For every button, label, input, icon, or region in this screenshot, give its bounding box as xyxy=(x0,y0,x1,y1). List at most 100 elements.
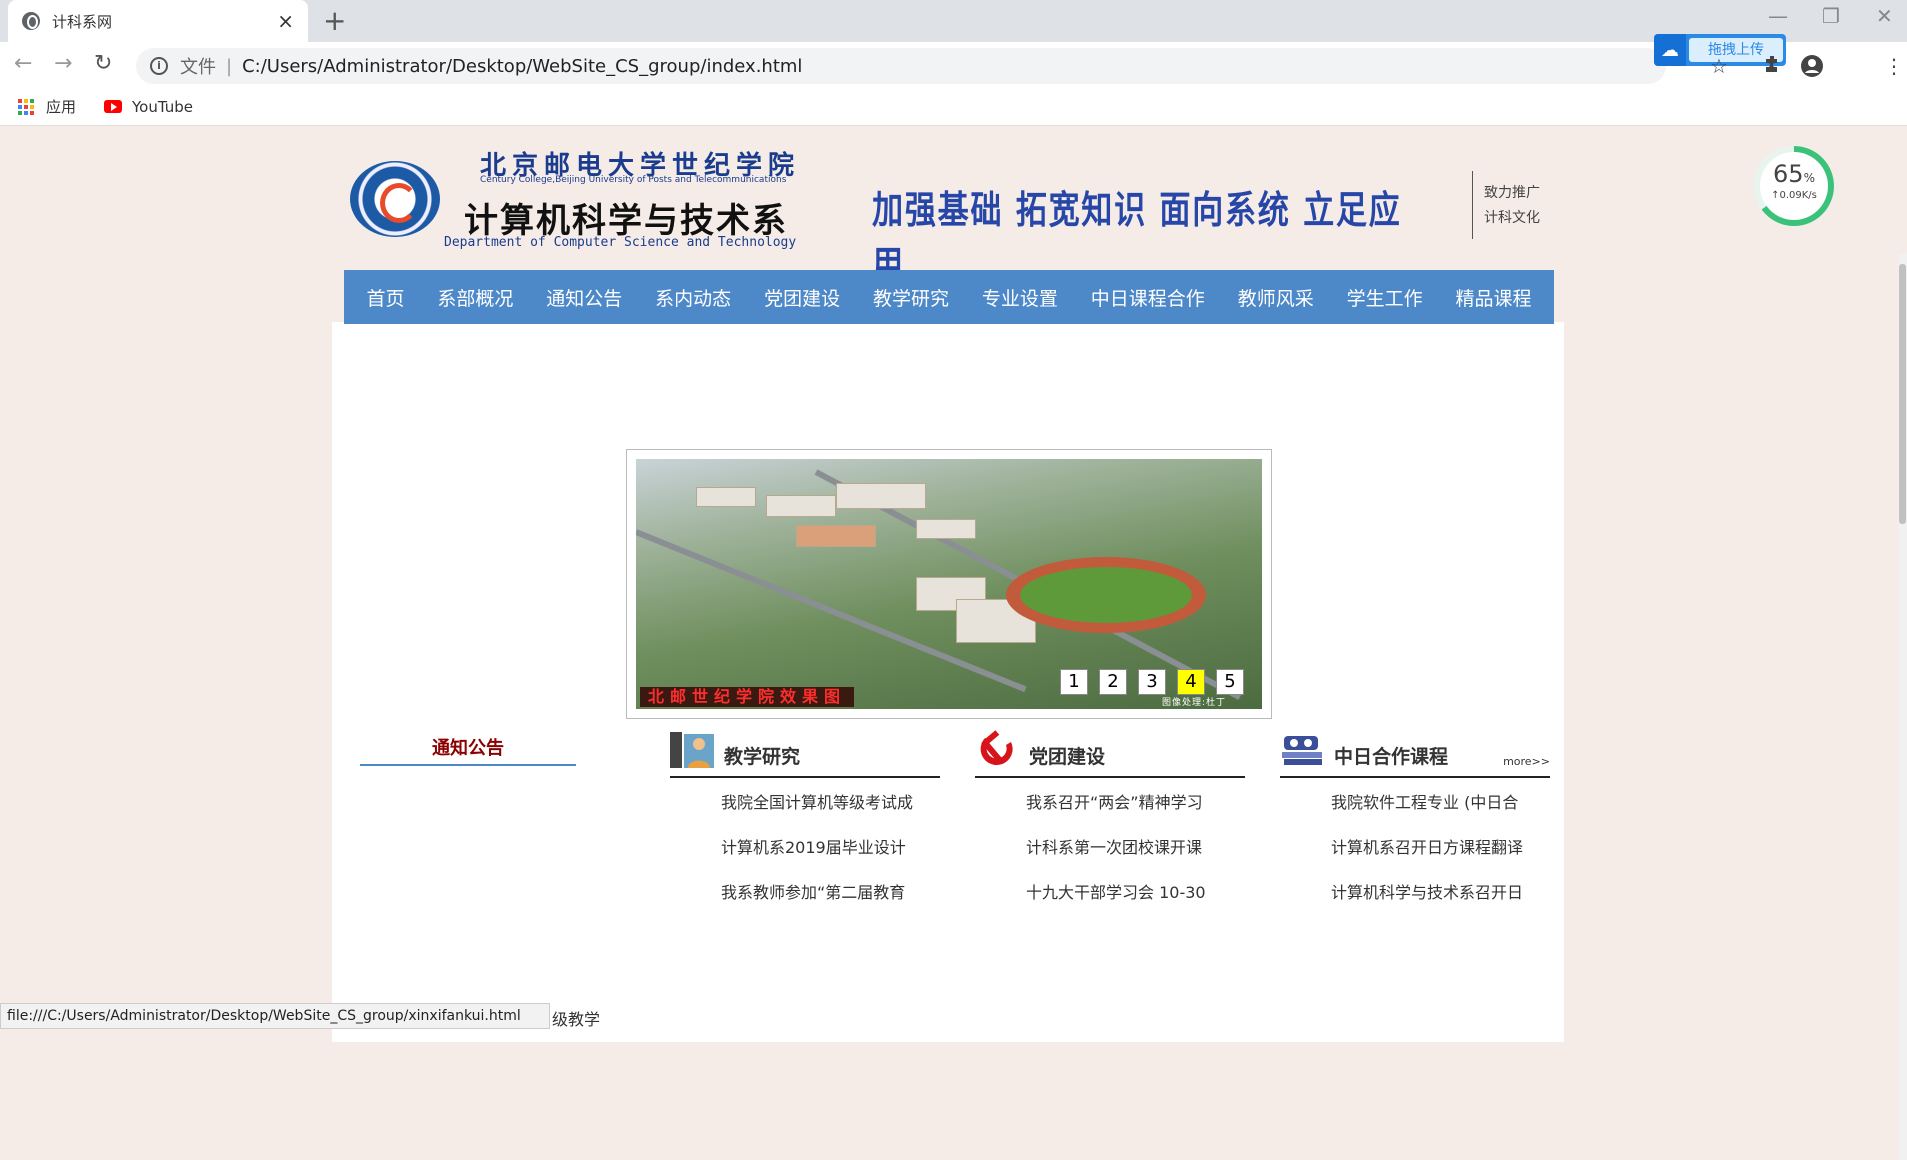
nav-item-notices[interactable]: 通知公告 xyxy=(542,284,626,311)
article-list: 我系召开“两会”精神学习 计科系第一次团校课开课 十九大干部学习会 10-30 xyxy=(975,792,1245,927)
slide-dot[interactable]: 2 xyxy=(1099,669,1127,695)
slide-dot[interactable]: 3 xyxy=(1138,669,1166,695)
list-item[interactable]: 我系召开“两会”精神学习 xyxy=(1026,792,1245,837)
nav-item-teachers[interactable]: 教师风采 xyxy=(1234,284,1318,311)
nav-item-cn-jp[interactable]: 中日课程合作 xyxy=(1087,284,1209,311)
list-item[interactable]: 十九大干部学习会 10-30 xyxy=(1026,882,1245,927)
building xyxy=(796,525,876,547)
apps-grid-icon[interactable] xyxy=(18,98,34,115)
image-slider: 北邮世纪学院效果图 图像处理:杜丁 1 2 3 4 5 xyxy=(626,449,1272,719)
percent-sign: % xyxy=(1803,171,1815,185)
list-item[interactable]: 计算机系召开日方课程翻译 xyxy=(1331,837,1550,882)
hammer-sickle-icon xyxy=(975,730,1021,770)
column-title[interactable]: 中日合作课程 xyxy=(1334,744,1448,770)
speed-percent: 65% xyxy=(1760,162,1828,190)
article-list: 我院软件工程专业 (中日合 计算机系召开日方课程翻译 计算机科学与技术系召开日 xyxy=(1280,792,1550,927)
notice-title[interactable]: 通知公告 xyxy=(360,734,576,766)
nav-item-news[interactable]: 系内动态 xyxy=(651,284,735,311)
info-icon[interactable]: i xyxy=(150,57,168,75)
column-title[interactable]: 党团建设 xyxy=(1029,744,1105,770)
college-logo[interactable] xyxy=(350,161,440,237)
school-name-en: Century College,Beijing University of Po… xyxy=(480,175,787,185)
bookmark-youtube[interactable]: YouTube xyxy=(132,98,193,116)
list-item[interactable]: 计算机系2019届毕业设计 xyxy=(721,837,940,882)
nav-item-students[interactable]: 学生工作 xyxy=(1343,284,1427,311)
column-title[interactable]: 教学研究 xyxy=(724,744,800,770)
new-tab-button[interactable]: + xyxy=(323,6,346,36)
nav-item-home[interactable]: 首页 xyxy=(362,284,408,311)
address-bar[interactable]: i 文件 | C:/Users/Administrator/Desktop/We… xyxy=(136,48,1666,84)
research-column: 教学研究 我院全国计算机等级考试成 计算机系2019届毕业设计 我系教师参加“第… xyxy=(670,732,940,927)
restore-icon[interactable]: ❐ xyxy=(1822,4,1840,28)
globe-icon xyxy=(22,12,40,30)
notice-section: 通知公告 xyxy=(360,734,576,766)
slide-dot[interactable]: 1 xyxy=(1060,669,1088,695)
divider: | xyxy=(226,55,233,77)
building xyxy=(916,519,976,539)
slide-credit: 图像处理:杜丁 xyxy=(1162,698,1227,708)
site-header: 北京邮电大学世纪学院 Century College,Beijing Unive… xyxy=(344,127,1554,287)
menu-icon[interactable]: ⋮ xyxy=(1884,54,1904,78)
extension-icon[interactable] xyxy=(1762,54,1782,79)
side-link[interactable]: 致力推广 xyxy=(1484,181,1540,206)
bookmarks-bar: 应用 YouTube xyxy=(0,88,1907,126)
slide-caption: 北邮世纪学院效果图 xyxy=(640,687,855,707)
tab-strip: 计科系网 × + — ❐ ✕ xyxy=(0,0,1907,42)
column-header: 教学研究 xyxy=(670,732,940,778)
nav-item-courses[interactable]: 精品课程 xyxy=(1452,284,1536,311)
close-tab-icon[interactable]: × xyxy=(277,11,294,31)
nav-item-research[interactable]: 教学研究 xyxy=(869,284,953,311)
main-nav: 首页 系部概况 通知公告 系内动态 党团建设 教学研究 专业设置 中日课程合作 … xyxy=(344,270,1554,324)
building xyxy=(766,495,836,517)
minimize-icon[interactable]: — xyxy=(1768,4,1788,28)
scrollbar-thumb[interactable] xyxy=(1899,264,1906,524)
nav-item-majors[interactable]: 专业设置 xyxy=(978,284,1062,311)
window-close-icon[interactable]: ✕ xyxy=(1876,4,1893,28)
teacher-icon xyxy=(670,730,716,770)
url-text[interactable]: C:/Users/Administrator/Desktop/WebSite_C… xyxy=(242,56,802,77)
nav-item-party[interactable]: 党团建设 xyxy=(760,284,844,311)
page-scrollbar[interactable] xyxy=(1898,254,1907,1160)
list-item[interactable]: 我院全国计算机等级考试成 xyxy=(721,792,940,837)
list-item[interactable]: 计科系第一次团校课开课 xyxy=(1026,837,1245,882)
header-side-links: 致力推广 计科文化 xyxy=(1484,181,1540,231)
browser-chrome: 计科系网 × + — ❐ ✕ ← → ↻ i 文件 | C:/Users/Adm… xyxy=(0,0,1907,126)
scheme-label: 文件 xyxy=(180,57,216,78)
slider-pagination: 1 2 3 4 5 xyxy=(1060,669,1244,695)
campus-rendering-image[interactable]: 北邮世纪学院效果图 图像处理:杜丁 1 2 3 4 5 xyxy=(636,459,1262,709)
back-icon[interactable]: ← xyxy=(14,50,32,78)
partially-hidden-text: 级教学 xyxy=(552,1010,601,1029)
list-item[interactable]: 我系教师参加“第二届教育 xyxy=(721,882,940,927)
bookmark-apps[interactable]: 应用 xyxy=(46,96,76,117)
bookmark-star-icon[interactable]: ☆ xyxy=(1710,54,1728,78)
more-link[interactable]: more>> xyxy=(1503,755,1550,768)
header-divider xyxy=(1472,171,1473,239)
robot-books-icon xyxy=(1280,730,1326,770)
percent-value: 65 xyxy=(1773,160,1804,188)
list-item[interactable]: 计算机科学与技术系召开日 xyxy=(1331,882,1550,927)
status-bar-url: file:///C:/Users/Administrator/Desktop/W… xyxy=(0,1003,550,1029)
reload-icon[interactable]: ↻ xyxy=(94,50,112,78)
side-link[interactable]: 计科文化 xyxy=(1484,206,1540,231)
network-speed-widget[interactable]: 65% ↑0.09K/s xyxy=(1754,146,1834,226)
tab-title: 计科系网 xyxy=(52,12,113,31)
youtube-icon xyxy=(104,100,123,113)
building xyxy=(836,483,926,509)
column-header: 党团建设 xyxy=(975,730,1245,778)
building xyxy=(696,487,756,507)
department-name-en: Department of Computer Science and Techn… xyxy=(444,235,797,250)
toolbar: ← → ↻ i 文件 | C:/Users/Administrator/Desk… xyxy=(0,42,1907,88)
slide-dot[interactable]: 5 xyxy=(1216,669,1244,695)
party-column: 党团建设 我系召开“两会”精神学习 计科系第一次团校课开课 十九大干部学习会 1… xyxy=(975,730,1245,927)
list-item[interactable]: 我院软件工程专业 (中日合 xyxy=(1331,792,1550,837)
account-icon[interactable] xyxy=(1800,54,1824,83)
sports-field xyxy=(1020,567,1192,623)
nav-item-overview[interactable]: 系部概况 xyxy=(433,284,517,311)
slide-dot-active[interactable]: 4 xyxy=(1177,669,1205,695)
speed-inner: 65% ↑0.09K/s xyxy=(1760,152,1828,220)
article-list: 我院全国计算机等级考试成 计算机系2019届毕业设计 我系教师参加“第二届教育 xyxy=(670,792,940,927)
column-header: 中日合作课程 more>> xyxy=(1280,736,1550,778)
forward-icon[interactable]: → xyxy=(54,50,72,78)
speed-rate: ↑0.09K/s xyxy=(1771,190,1817,201)
browser-tab[interactable]: 计科系网 × xyxy=(8,0,308,42)
